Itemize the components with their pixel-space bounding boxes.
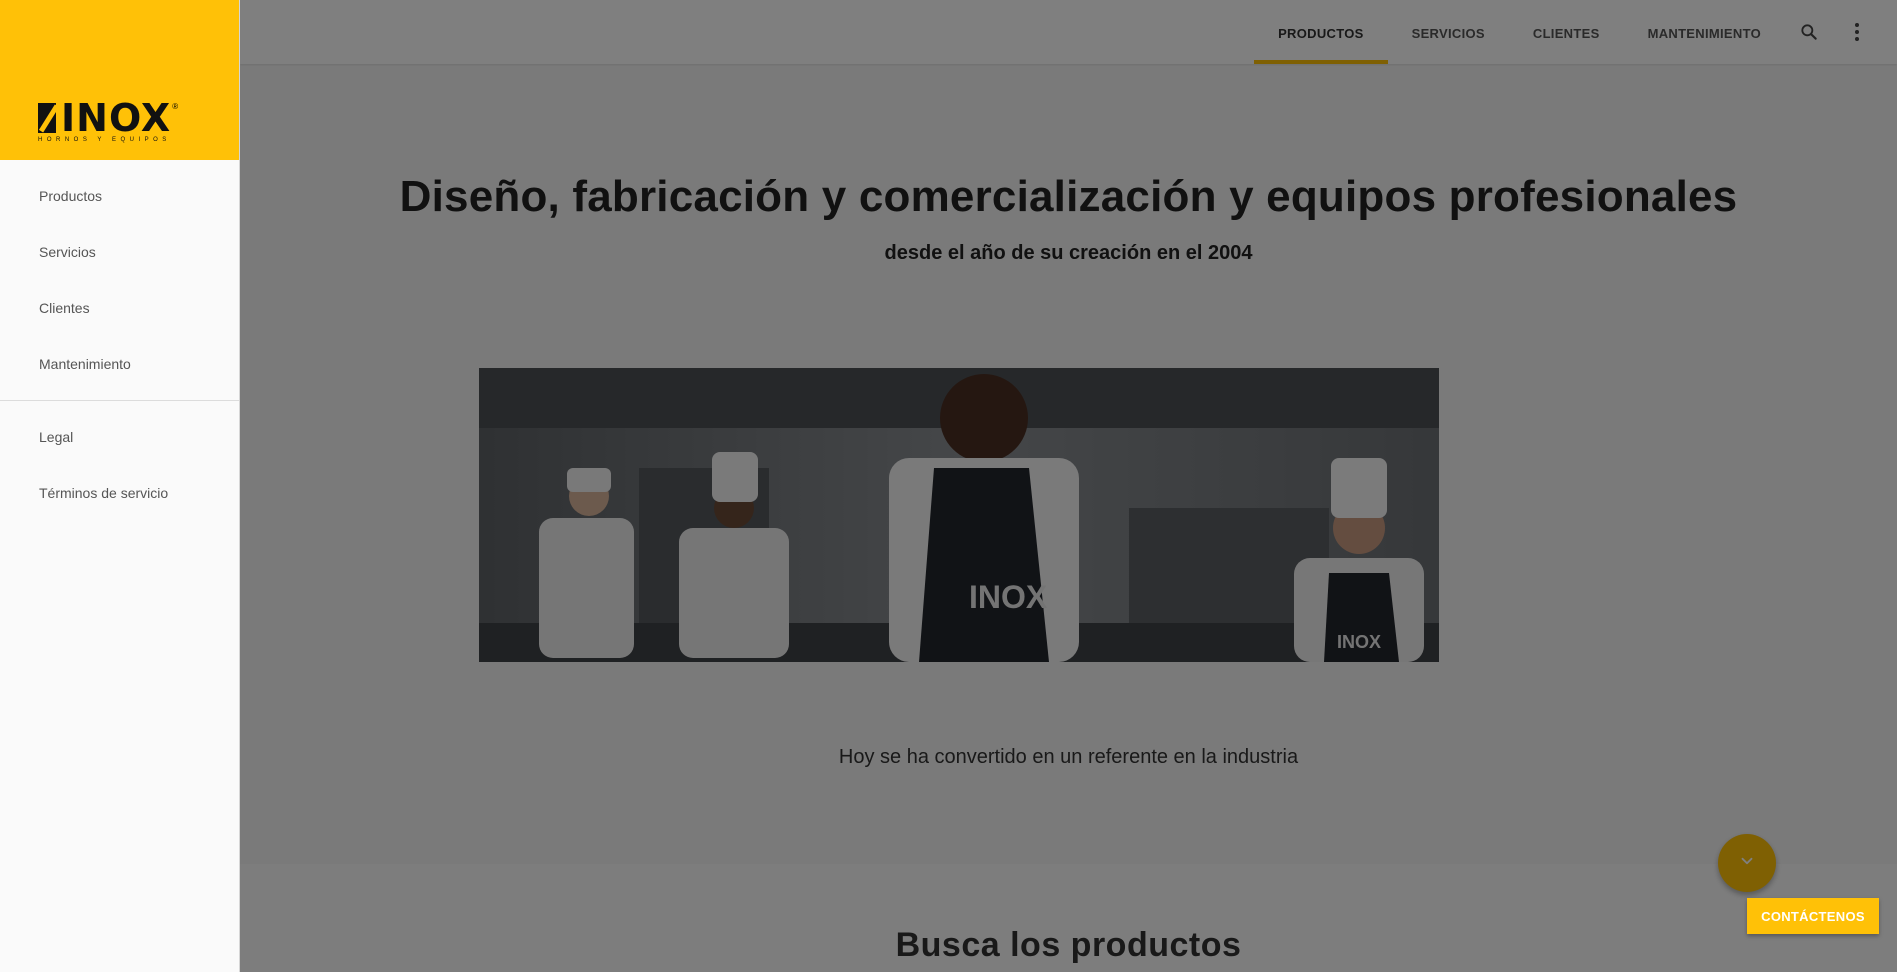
drawer-item-clientes[interactable]: Clientes [0, 280, 239, 336]
drawer-item-servicios[interactable]: Servicios [0, 224, 239, 280]
drawer-divider [0, 400, 239, 401]
logo-text: INOX [61, 96, 172, 140]
logo-mark-icon [38, 103, 56, 133]
contact-button[interactable]: CONTÁCTENOS [1747, 898, 1879, 934]
drawer-item-productos[interactable]: Productos [0, 168, 239, 224]
navigation-drawer: INOX ® HORNOS Y EQUIPOS Productos Servic… [0, 0, 240, 972]
drawer-item-terminos[interactable]: Términos de servicio [0, 465, 239, 521]
drawer-header: INOX ® HORNOS Y EQUIPOS [0, 0, 239, 160]
drawer-item-legal[interactable]: Legal [0, 409, 239, 465]
drawer-scrim[interactable] [240, 0, 1897, 972]
registered-mark: ® [172, 102, 179, 111]
drawer-item-mantenimiento[interactable]: Mantenimiento [0, 336, 239, 392]
drawer-nav: Productos Servicios Clientes Mantenimien… [0, 160, 239, 521]
inox-logo[interactable]: INOX ® HORNOS Y EQUIPOS [38, 96, 179, 143]
